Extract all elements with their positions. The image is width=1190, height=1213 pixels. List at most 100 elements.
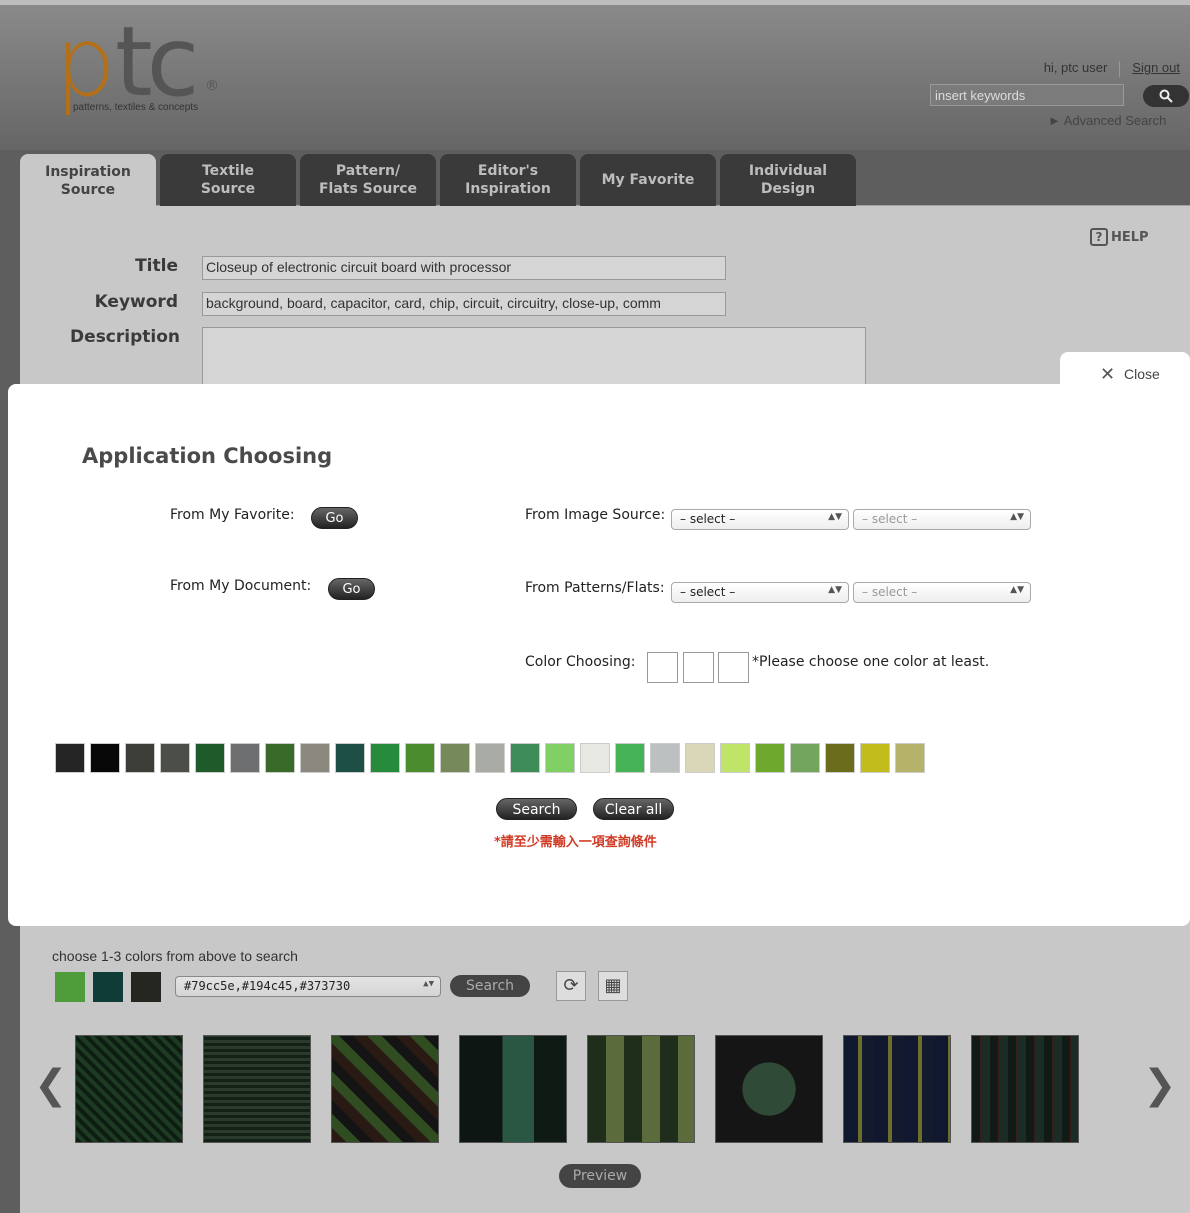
color-swatch[interactable] [545, 743, 575, 773]
color-swatch[interactable] [125, 743, 155, 773]
color-swatch[interactable] [405, 743, 435, 773]
clear-all-button[interactable]: Clear all [593, 798, 674, 820]
from-favorite-label: From My Favorite: [170, 507, 295, 523]
color-palette [55, 743, 925, 773]
title-label: Title [135, 256, 178, 276]
color-swatch[interactable] [160, 743, 190, 773]
color-swatch[interactable] [230, 743, 260, 773]
keyword-search-input[interactable]: insert keywords [930, 84, 1124, 106]
color-swatch[interactable] [440, 743, 470, 773]
patterns-select[interactable]: – select – ▲▼ [671, 582, 849, 603]
tab-inspiration-source[interactable]: Inspiration Source [20, 154, 156, 207]
greeting: hi, ptc user [1043, 60, 1108, 75]
advanced-search-link[interactable]: ► Advanced Search [1048, 113, 1166, 128]
select-arrows-icon: ▲▼ [1010, 585, 1024, 595]
help-label: HELP [1111, 230, 1149, 245]
divider [1119, 60, 1121, 77]
fabric-thumbnail[interactable] [75, 1035, 183, 1143]
chosen-color-2[interactable] [93, 972, 123, 1002]
close-icon[interactable]: ✕ [1100, 364, 1115, 385]
fabric-thumbnail[interactable] [843, 1035, 951, 1143]
color-swatch[interactable] [685, 743, 715, 773]
chosen-color-3[interactable] [131, 972, 161, 1002]
patterns-subvalue: – select – [862, 585, 918, 599]
close-button[interactable]: Close [1124, 366, 1160, 382]
color-swatch[interactable] [510, 743, 540, 773]
color-swatch[interactable] [825, 743, 855, 773]
color-swatch[interactable] [475, 743, 505, 773]
next-arrow-icon[interactable]: ❯ [1143, 1062, 1177, 1108]
logo-tagline: patterns, textiles & concepts [73, 102, 199, 113]
title-field[interactable]: Closeup of electronic circuit board with… [202, 256, 726, 280]
color-value: #79cc5e,#194c45,#373730 [184, 979, 351, 993]
image-source-subselect[interactable]: – select – ▲▼ [853, 509, 1031, 530]
grid-view-button[interactable]: ▦ [598, 971, 628, 1001]
modal-search-button[interactable]: Search [496, 798, 577, 820]
color-swatch[interactable] [90, 743, 120, 773]
select-arrows-icon: ▲▼ [828, 585, 842, 595]
fabric-thumbnail[interactable] [203, 1035, 311, 1143]
image-source-value: – select – [680, 512, 736, 526]
color-swatch[interactable] [335, 743, 365, 773]
sign-out-link[interactable]: Sign out [1132, 60, 1180, 75]
from-image-source-label: From Image Source: [525, 507, 666, 523]
color-instruction: choose 1-3 colors from above to search [52, 948, 298, 964]
patterns-subselect[interactable]: – select – ▲▼ [853, 582, 1031, 603]
tab-individual-design[interactable]: Individual Design [720, 154, 856, 206]
color-swatch[interactable] [580, 743, 610, 773]
tab-my-favorite[interactable]: My Favorite [580, 154, 716, 206]
fabric-thumbnail[interactable] [331, 1035, 439, 1143]
select-arrows-icon: ▲▼ [423, 979, 434, 989]
preview-button[interactable]: Preview [559, 1164, 641, 1188]
color-choosing-label: Color Choosing: [525, 654, 636, 670]
ptc-logo[interactable]: p tc ® patterns, textiles & concepts [55, 6, 235, 130]
color-swatch[interactable] [55, 743, 85, 773]
prev-arrow-icon[interactable]: ❮ [34, 1062, 68, 1108]
keyword-field[interactable]: background, board, capacitor, card, chip… [202, 292, 726, 316]
refresh-button[interactable]: ⟳ [556, 971, 586, 1001]
color-swatch[interactable] [265, 743, 295, 773]
refresh-icon: ⟳ [563, 975, 579, 996]
color-slot-2[interactable] [683, 652, 714, 683]
search-button[interactable] [1143, 85, 1189, 107]
select-arrows-icon: ▲▼ [828, 512, 842, 522]
color-swatch[interactable] [790, 743, 820, 773]
from-document-label: From My Document: [170, 578, 312, 594]
color-slot-1[interactable] [647, 652, 678, 683]
image-source-select[interactable]: – select – ▲▼ [671, 509, 849, 530]
color-swatch[interactable] [895, 743, 925, 773]
document-go-button[interactable]: Go [328, 578, 375, 600]
description-label: Description [70, 327, 180, 347]
from-patterns-label: From Patterns/Flats: [525, 580, 665, 596]
description-field[interactable] [202, 327, 866, 387]
tab-pattern-flats-source[interactable]: Pattern/ Flats Source [300, 154, 436, 206]
color-swatch[interactable] [755, 743, 785, 773]
color-swatch[interactable] [615, 743, 645, 773]
warning-text: *請至少需輸入一項查詢條件 [494, 835, 657, 850]
grid-icon: ▦ [604, 975, 622, 996]
color-swatch[interactable] [720, 743, 750, 773]
color-search-button[interactable]: Search [450, 975, 530, 997]
fabric-thumbnail[interactable] [587, 1035, 695, 1143]
fabric-thumbnail[interactable] [715, 1035, 823, 1143]
tab-bar: Inspiration Source Textile Source Patter… [20, 154, 856, 207]
help-button[interactable]: ? HELP [1090, 228, 1149, 246]
image-source-subvalue: – select – [862, 512, 918, 526]
color-value-select[interactable]: #79cc5e,#194c45,#373730 ▲▼ [175, 976, 441, 997]
select-arrows-icon: ▲▼ [1010, 512, 1024, 522]
tab-textile-source[interactable]: Textile Source [160, 154, 296, 206]
fabric-thumbnail[interactable] [459, 1035, 567, 1143]
color-swatch[interactable] [650, 743, 680, 773]
favorite-go-button[interactable]: Go [311, 507, 358, 529]
color-swatch[interactable] [860, 743, 890, 773]
user-bar: hi, ptc user Sign out [1044, 60, 1180, 77]
color-swatch[interactable] [195, 743, 225, 773]
color-swatch[interactable] [370, 743, 400, 773]
tab-editors-inspiration[interactable]: Editor's Inspiration [440, 154, 576, 206]
fabric-thumbnail[interactable] [971, 1035, 1079, 1143]
chosen-color-1[interactable] [55, 972, 85, 1002]
search-icon [1159, 89, 1173, 103]
color-swatch[interactable] [300, 743, 330, 773]
keyword-label: Keyword [94, 292, 178, 312]
color-slot-3[interactable] [718, 652, 749, 683]
